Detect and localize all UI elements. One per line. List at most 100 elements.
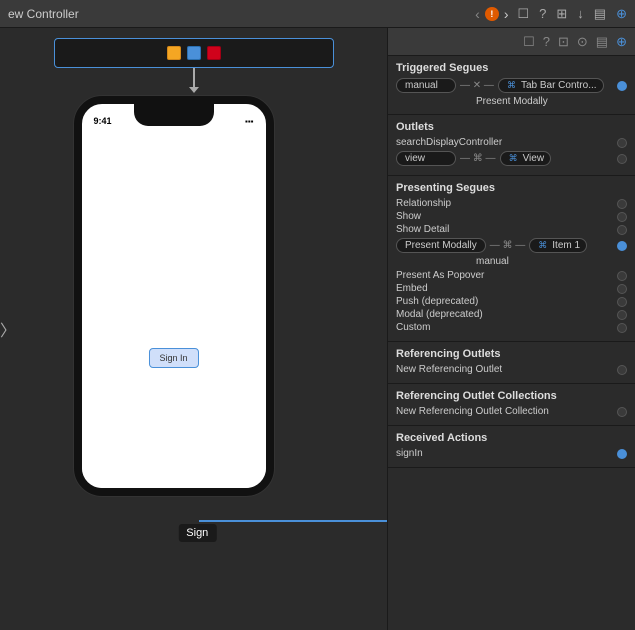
present-as-popover-row: Present As Popover [396,270,627,281]
triggered-present-modally-sub: Present Modally [396,96,627,107]
present-modally-manual-sub: manual [396,256,627,267]
inspector-toolbar: ☐ ? ⊡ ⊙ ▤ ⊕ [388,28,635,56]
triggered-tab-target: ⌘ Tab Bar Contro... [498,78,604,93]
outlets-title: Outlets [396,121,627,133]
inspector-view-icon[interactable]: ⊡ [558,34,569,50]
inspector-size-icon[interactable]: ▤ [596,34,608,50]
grid-icon[interactable]: ⊞ [556,6,567,22]
new-referencing-outlet-row: New Referencing Outlet [396,364,627,375]
new-referencing-outlet-circle[interactable] [617,365,627,375]
sign-in-action-row: signIn [396,448,627,459]
xcode-key-2: ⌘ [509,153,518,164]
nav-forward-arrow[interactable]: › [501,6,512,22]
sign-in-action-label: signIn [396,448,617,459]
search-display-controller-row: searchDisplayController [396,137,627,148]
inspector-icon-toolbar[interactable]: ▤ [594,6,606,22]
show-circle[interactable] [617,212,627,222]
show-detail-label: Show Detail [396,224,617,235]
push-deprecated-circle[interactable] [617,297,627,307]
top-toolbar: ew Controller ‹ ! › ☐ ? ⊞ ↓ ▤ ⊕ [0,0,635,28]
triggered-segues-title: Triggered Segues [396,62,627,74]
view-target-badge: ⌘ View [500,151,552,166]
arrow-down [193,68,195,88]
new-referencing-outlet-label: New Referencing Outlet [396,364,617,375]
present-modally-item-badge: ⌘ Item 1 [529,238,587,253]
iphone-mockup: 9:41 ▪▪▪ Sign In [74,96,274,496]
help-icon[interactable]: ? [539,6,546,21]
blue-dot [187,46,201,60]
status-time: 9:41 [94,116,112,126]
modal-deprecated-row: Modal (deprecated) [396,309,627,320]
push-deprecated-row: Push (deprecated) [396,296,627,307]
show-row: Show [396,211,627,222]
new-referencing-outlet-collection-label: New Referencing Outlet Collection [396,406,617,417]
relationship-circle[interactable] [617,199,627,209]
download-icon[interactable]: ↓ [577,6,584,21]
referencing-outlet-collections-title: Referencing Outlet Collections [396,390,627,402]
circle-icon[interactable]: ⊕ [616,6,627,22]
show-label: Show [396,211,617,222]
component-bar [54,38,334,68]
present-as-popover-label: Present As Popover [396,270,617,281]
present-modally-badge: Present Modally [396,238,486,253]
inspector-connect-icon[interactable]: ⊕ [616,34,627,50]
inspector-panel: ☐ ? ⊡ ⊙ ▤ ⊕ Triggered Segues manual — ✕ … [387,28,635,630]
red-dot [207,46,221,60]
received-actions-section: Received Actions signIn [388,426,635,468]
show-detail-row: Show Detail [396,224,627,235]
new-referencing-outlet-collection-row: New Referencing Outlet Collection [396,406,627,417]
referencing-outlet-collections-section: Referencing Outlet Collections New Refer… [388,384,635,426]
embed-circle[interactable] [617,284,627,294]
modal-deprecated-label: Modal (deprecated) [396,309,617,320]
embed-label: Embed [396,283,617,294]
search-display-circle[interactable] [617,138,627,148]
top-bar-title: ew Controller [8,7,79,21]
embed-row: Embed [396,283,627,294]
referencing-outlets-title: Referencing Outlets [396,348,627,360]
warning-badge: ! [485,7,499,21]
file-icon[interactable]: ☐ [518,6,530,22]
connection-line [199,520,388,522]
presenting-segues-title: Presenting Segues [396,182,627,194]
show-detail-circle[interactable] [617,225,627,235]
inspector-attr-icon[interactable]: ⊙ [577,34,588,50]
received-actions-title: Received Actions [396,432,627,444]
sign-in-button[interactable]: Sign In [148,348,198,368]
segue-connector-1: — ✕ — [460,80,494,91]
xcode-key-1: ⌘ [507,80,516,91]
present-modally-segue-row: Present Modally — ⌘ — ⌘ Item 1 [396,238,627,253]
modal-deprecated-circle[interactable] [617,310,627,320]
left-nav-arrow[interactable]: 〉 [0,317,16,341]
relationship-row: Relationship [396,198,627,209]
push-deprecated-label: Push (deprecated) [396,296,617,307]
custom-row: Custom [396,322,627,333]
present-as-popover-circle[interactable] [617,271,627,281]
referencing-outlets-section: Referencing Outlets New Referencing Outl… [388,342,635,384]
relationship-label: Relationship [396,198,617,209]
toolbar-icons: ☐ ? ⊞ ↓ ▤ ⊕ [518,6,628,22]
canvas-panel: 9:41 ▪▪▪ Sign In Sign 〉 [0,28,387,630]
triggered-manual-badge: manual [396,78,456,93]
main-content: 9:41 ▪▪▪ Sign In Sign 〉 ☐ ? ⊡ ⊙ [0,28,635,630]
search-display-label: searchDisplayController [396,137,617,148]
inspector-file-icon[interactable]: ☐ [523,34,535,50]
view-outlet-row: view — ⌘ — ⌘ View [396,151,627,166]
nav-arrows: ‹ ! › [472,6,511,22]
view-outlet-circle[interactable] [617,154,627,164]
custom-circle[interactable] [617,323,627,333]
yellow-dot [167,46,181,60]
nav-back-arrow[interactable]: ‹ [472,6,483,22]
iphone-notch [134,104,214,126]
status-battery: ▪▪▪ [245,117,254,126]
inspector-help-icon[interactable]: ? [543,34,550,49]
present-modally-circle[interactable] [617,241,627,251]
outlets-section: Outlets searchDisplayController view — ⌘… [388,115,635,176]
new-referencing-outlet-collection-circle[interactable] [617,407,627,417]
presenting-segues-section: Presenting Segues Relationship Show Show… [388,176,635,342]
xcode-key-3: ⌘ [538,240,547,251]
view-badge: view [396,151,456,166]
custom-label: Custom [396,322,617,333]
sign-in-circle[interactable] [617,449,627,459]
triggered-circle-1[interactable] [617,81,627,91]
present-modally-row: Present Modally — ⌘ — ⌘ Item 1 manual [396,238,627,267]
